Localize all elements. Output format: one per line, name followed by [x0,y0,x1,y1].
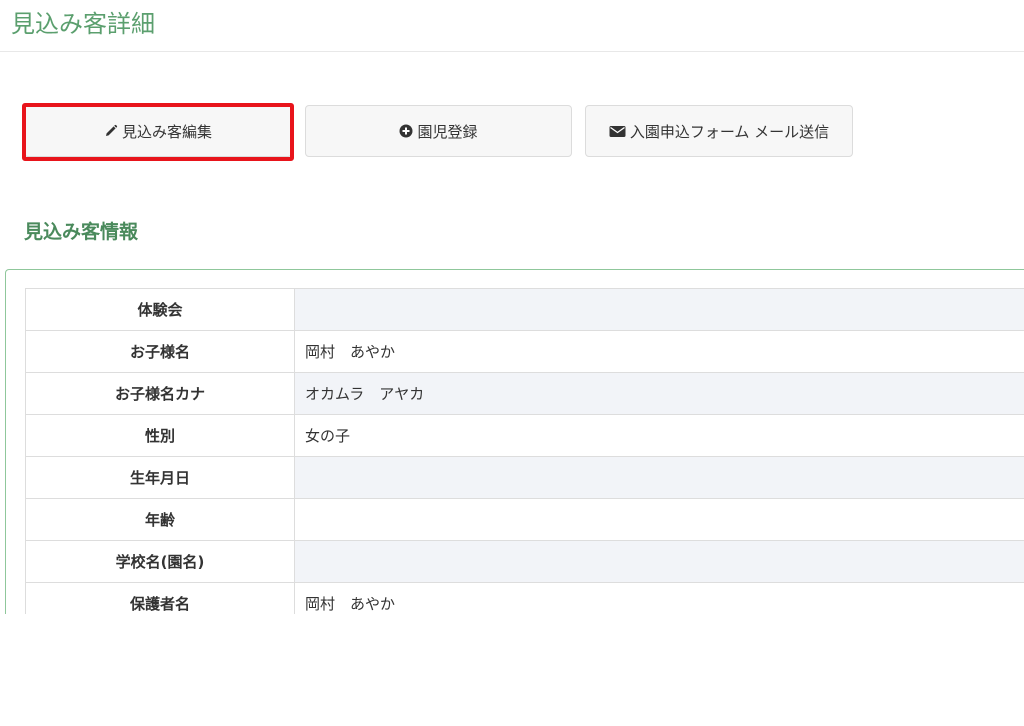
prospect-info-table: 体験会 お子様名 岡村 あやか お子様名カナ オカムラ アヤカ 性別 女の子 生… [25,288,1024,614]
section-title: 見込み客情報 [24,221,139,243]
table-row: 保護者名 岡村 あやか [25,582,1024,614]
table-row: 生年月日 [25,456,1024,499]
row-value [294,288,1024,331]
row-value [294,498,1024,541]
row-label: 学校名(園名) [25,540,295,583]
page-title: 見込み客詳細 [11,10,155,38]
pencil-icon [104,124,118,138]
row-label: 体験会 [25,288,295,331]
register-child-label: 園児登録 [417,122,478,141]
row-value [294,456,1024,499]
edit-prospect-label: 見込み客編集 [121,122,212,141]
table-row: お子様名 岡村 あやか [25,330,1024,373]
envelope-icon [609,125,626,138]
row-value [294,540,1024,583]
table-row: 性別 女の子 [25,414,1024,457]
table-row: 学校名(園名) [25,540,1024,583]
row-value: オカムラ アヤカ [294,372,1024,415]
row-value: 岡村 あやか [294,582,1024,614]
table-row: お子様名カナ オカムラ アヤカ [25,372,1024,415]
row-label: 年齢 [25,498,295,541]
row-label: 生年月日 [25,456,295,499]
table-row: 年齢 [25,498,1024,541]
prospect-info-panel: 体験会 お子様名 岡村 あやか お子様名カナ オカムラ アヤカ 性別 女の子 生… [5,269,1024,614]
row-label: 性別 [25,414,295,457]
row-label: お子様名カナ [25,372,295,415]
row-value: 女の子 [294,414,1024,457]
row-label: 保護者名 [25,582,295,614]
register-child-button[interactable]: 園児登録 [305,105,572,157]
edit-prospect-button[interactable]: 見込み客編集 [24,105,292,157]
row-value: 岡村 あやか [294,330,1024,373]
page-header: 見込み客詳細 [0,0,1024,52]
send-application-mail-label: 入園申込フォーム メール送信 [629,122,830,141]
plus-circle-icon [399,124,413,138]
row-label: お子様名 [25,330,295,373]
table-row: 体験会 [25,288,1024,331]
send-application-mail-button[interactable]: 入園申込フォーム メール送信 [585,105,853,157]
